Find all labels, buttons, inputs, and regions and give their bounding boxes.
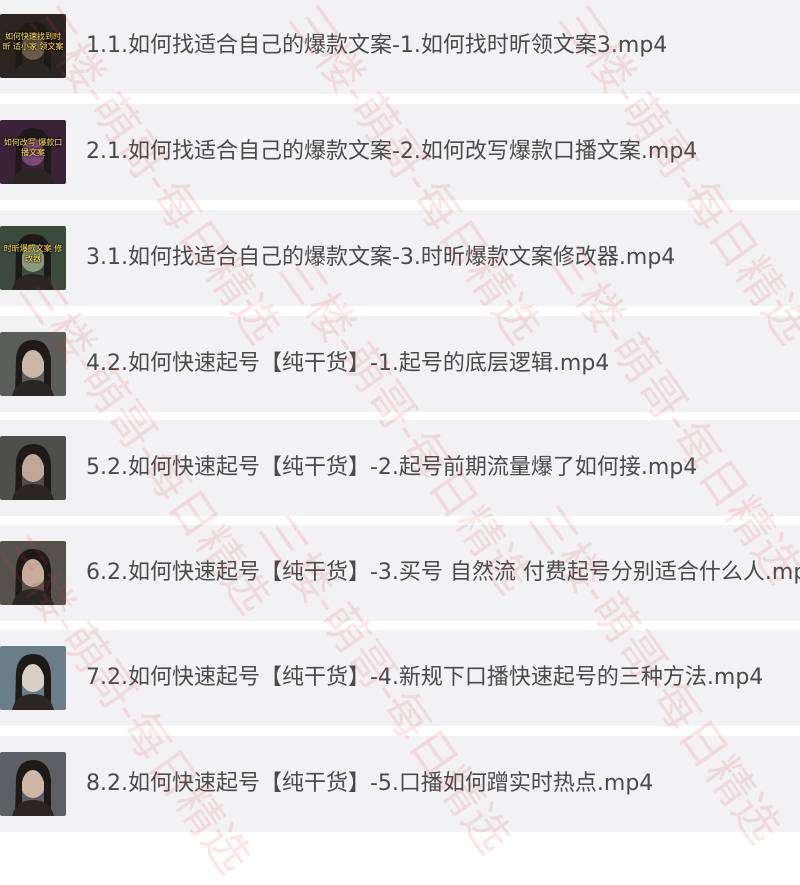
video-thumbnail	[0, 541, 66, 605]
file-list-item[interactable]: 4.2.如何快速起号【纯干货】-1.起号的底层逻辑.mp4	[0, 316, 800, 412]
video-thumbnail	[0, 436, 66, 500]
file-list-item[interactable]: 如何快速找到时昕 适小家 领文案 1.1.如何找适合自己的爆款文案-1.如何找时昕…	[0, 0, 800, 94]
file-name: 3.1.如何找适合自己的爆款文案-3.时昕爆款文案修改器.mp4	[86, 245, 676, 270]
file-name: 6.2.如何快速起号【纯干货】-3.买号 自然流 付费起号分别适合什么人.mp4	[86, 560, 800, 585]
file-list-item[interactable]: 如何改写 爆款口播文案 2.1.如何找适合自己的爆款文案-2.如何改写爆款口播文案…	[0, 104, 800, 200]
video-thumbnail	[0, 332, 66, 396]
file-list-item[interactable]: 8.2.如何快速起号【纯干货】-5.口播如何蹭实时热点.mp4	[0, 736, 800, 832]
file-name: 8.2.如何快速起号【纯干货】-5.口播如何蹭实时热点.mp4	[86, 771, 654, 796]
video-thumbnail: 如何快速找到时昕 适小家 领文案	[0, 14, 66, 78]
file-list-item[interactable]: 7.2.如何快速起号【纯干货】-4.新规下口播快速起号的三种方法.mp4	[0, 630, 800, 726]
video-thumbnail	[0, 646, 66, 710]
file-name: 4.2.如何快速起号【纯干货】-1.起号的底层逻辑.mp4	[86, 351, 610, 376]
thumbnail-caption: 如何快速找到时昕 适小家 领文案	[2, 32, 64, 51]
file-list-item[interactable]: 6.2.如何快速起号【纯干货】-3.买号 自然流 付费起号分别适合什么人.mp4	[0, 525, 800, 621]
video-thumbnail: 时昕爆款文案 修改器	[0, 226, 66, 290]
file-name: 2.1.如何找适合自己的爆款文案-2.如何改写爆款口播文案.mp4	[86, 139, 698, 164]
file-name: 1.1.如何找适合自己的爆款文案-1.如何找时昕领文案3.mp4	[86, 33, 668, 58]
file-name: 5.2.如何快速起号【纯干货】-2.起号前期流量爆了如何接.mp4	[86, 455, 698, 480]
thumbnail-caption: 如何改写 爆款口播文案	[3, 138, 63, 157]
file-name: 7.2.如何快速起号【纯干货】-4.新规下口播快速起号的三种方法.mp4	[86, 665, 764, 690]
video-thumbnail	[0, 752, 66, 816]
video-thumbnail: 如何改写 爆款口播文案	[0, 120, 66, 184]
file-list-item[interactable]: 时昕爆款文案 修改器 3.1.如何找适合自己的爆款文案-3.时昕爆款文案修改器.m…	[0, 210, 800, 306]
file-list-item[interactable]: 5.2.如何快速起号【纯干货】-2.起号前期流量爆了如何接.mp4	[0, 420, 800, 516]
file-list: 如何快速找到时昕 适小家 领文案 1.1.如何找适合自己的爆款文案-1.如何找时昕…	[0, 0, 800, 832]
thumbnail-caption: 时昕爆款文案 修改器	[3, 244, 63, 263]
